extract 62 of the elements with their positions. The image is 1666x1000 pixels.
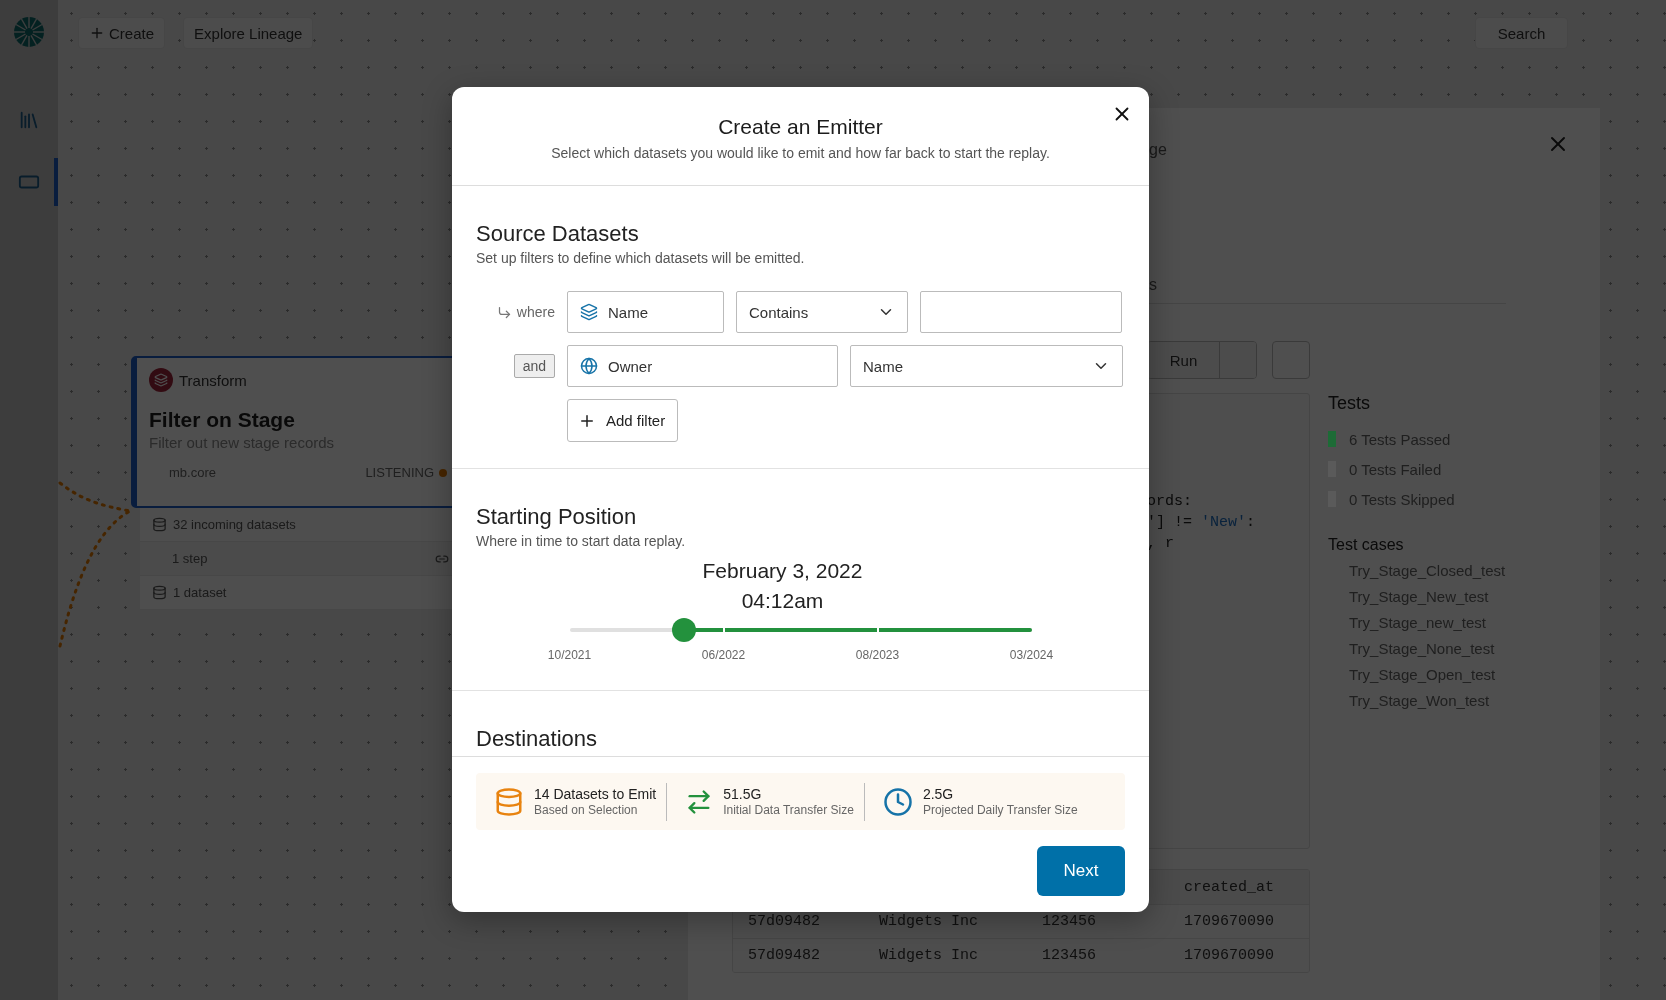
- tick-label: 08/2023: [855, 648, 900, 662]
- run-button[interactable]: Run: [1148, 342, 1220, 378]
- filter-connector: where: [516, 304, 555, 320]
- search-button[interactable]: Search: [1475, 17, 1568, 49]
- toolbar-button[interactable]: Explore Lineage: [183, 17, 314, 49]
- selected-time: 04:12am: [741, 588, 824, 614]
- stat-value: 14 Datasets to Emit: [534, 786, 657, 802]
- table-cell-text: 123456: [1042, 947, 1097, 964]
- code-line: ords:: [1147, 493, 1193, 512]
- globe-icon: [580, 357, 598, 375]
- operator-select[interactable]: Contains: [736, 291, 908, 333]
- tick-label: 03/2024: [1009, 648, 1054, 662]
- table-cell-text: Widgets Inc: [879, 913, 980, 930]
- field-select[interactable]: Owner: [567, 345, 838, 387]
- status-dot: [439, 468, 447, 477]
- database-icon: [494, 786, 524, 817]
- timeline-slider[interactable]: [569, 618, 1032, 642]
- library-icon: [18, 109, 40, 131]
- code-line: , r: [1147, 535, 1175, 554]
- tests-title: Tests: [1328, 393, 1371, 414]
- node-type: Transform: [179, 371, 247, 389]
- node-title: Filter on Stage: [149, 408, 296, 432]
- table-cell-text: 1709670090: [1184, 947, 1275, 964]
- database-icon: [152, 585, 167, 600]
- plus-icon: [89, 25, 105, 41]
- code-line: '] != 'New':: [1147, 514, 1257, 533]
- logo-icon: [13, 16, 45, 48]
- stat-value: 2.5G: [922, 786, 955, 802]
- value-input[interactable]: [920, 291, 1122, 333]
- tick-label: 10/2021: [547, 648, 592, 662]
- next-button[interactable]: Next: [1037, 846, 1125, 896]
- database-icon: [152, 517, 167, 532]
- column-header: created_at: [1184, 878, 1275, 896]
- layers-icon: [580, 303, 598, 321]
- value-select[interactable]: Name: [850, 345, 1123, 387]
- add-filter-button[interactable]: Add filter: [567, 399, 678, 442]
- stat-caption: Based on Selection: [534, 803, 639, 817]
- section-title: Source Datasets: [476, 221, 640, 247]
- section-title: Destinations: [476, 726, 599, 752]
- arrow-icon: [496, 304, 512, 320]
- dialog-subtitle: Select which datasets you would like to emit and how far back to start the replay.: [550, 144, 1051, 162]
- layers-icon: [149, 368, 173, 392]
- table-cell-text: 57d09482: [748, 947, 821, 964]
- connector-chip: and: [513, 354, 555, 378]
- section-title: Starting Position: [476, 504, 638, 530]
- dialog-title: Create an Emitter: [717, 114, 884, 140]
- stat-value: 51.5G: [723, 786, 763, 802]
- stat-caption: Initial Data Transfer Size: [723, 803, 854, 817]
- toolbar-button[interactable]: Create: [78, 17, 166, 49]
- table-cell-text: Widgets Inc: [879, 947, 980, 964]
- table-cell-text: 123456: [1042, 913, 1097, 930]
- tick-label: 06/2022: [701, 648, 746, 662]
- field-select[interactable]: Name: [567, 291, 724, 333]
- section-subtitle: Where in time to start data replay.: [476, 532, 687, 550]
- table-cell-text: 57d09482: [748, 913, 821, 930]
- test-cases-title: Test cases: [1328, 536, 1405, 554]
- slider-thumb[interactable]: [671, 618, 696, 642]
- stat-caption: Projected Daily Transfer Size: [922, 803, 1078, 817]
- section-subtitle: Set up filters to define which datasets will be emitted.: [476, 249, 806, 267]
- clock-icon: [882, 786, 913, 817]
- selected-date: February 3, 2022: [702, 558, 863, 584]
- table-cell-text: 1709670090: [1184, 913, 1275, 930]
